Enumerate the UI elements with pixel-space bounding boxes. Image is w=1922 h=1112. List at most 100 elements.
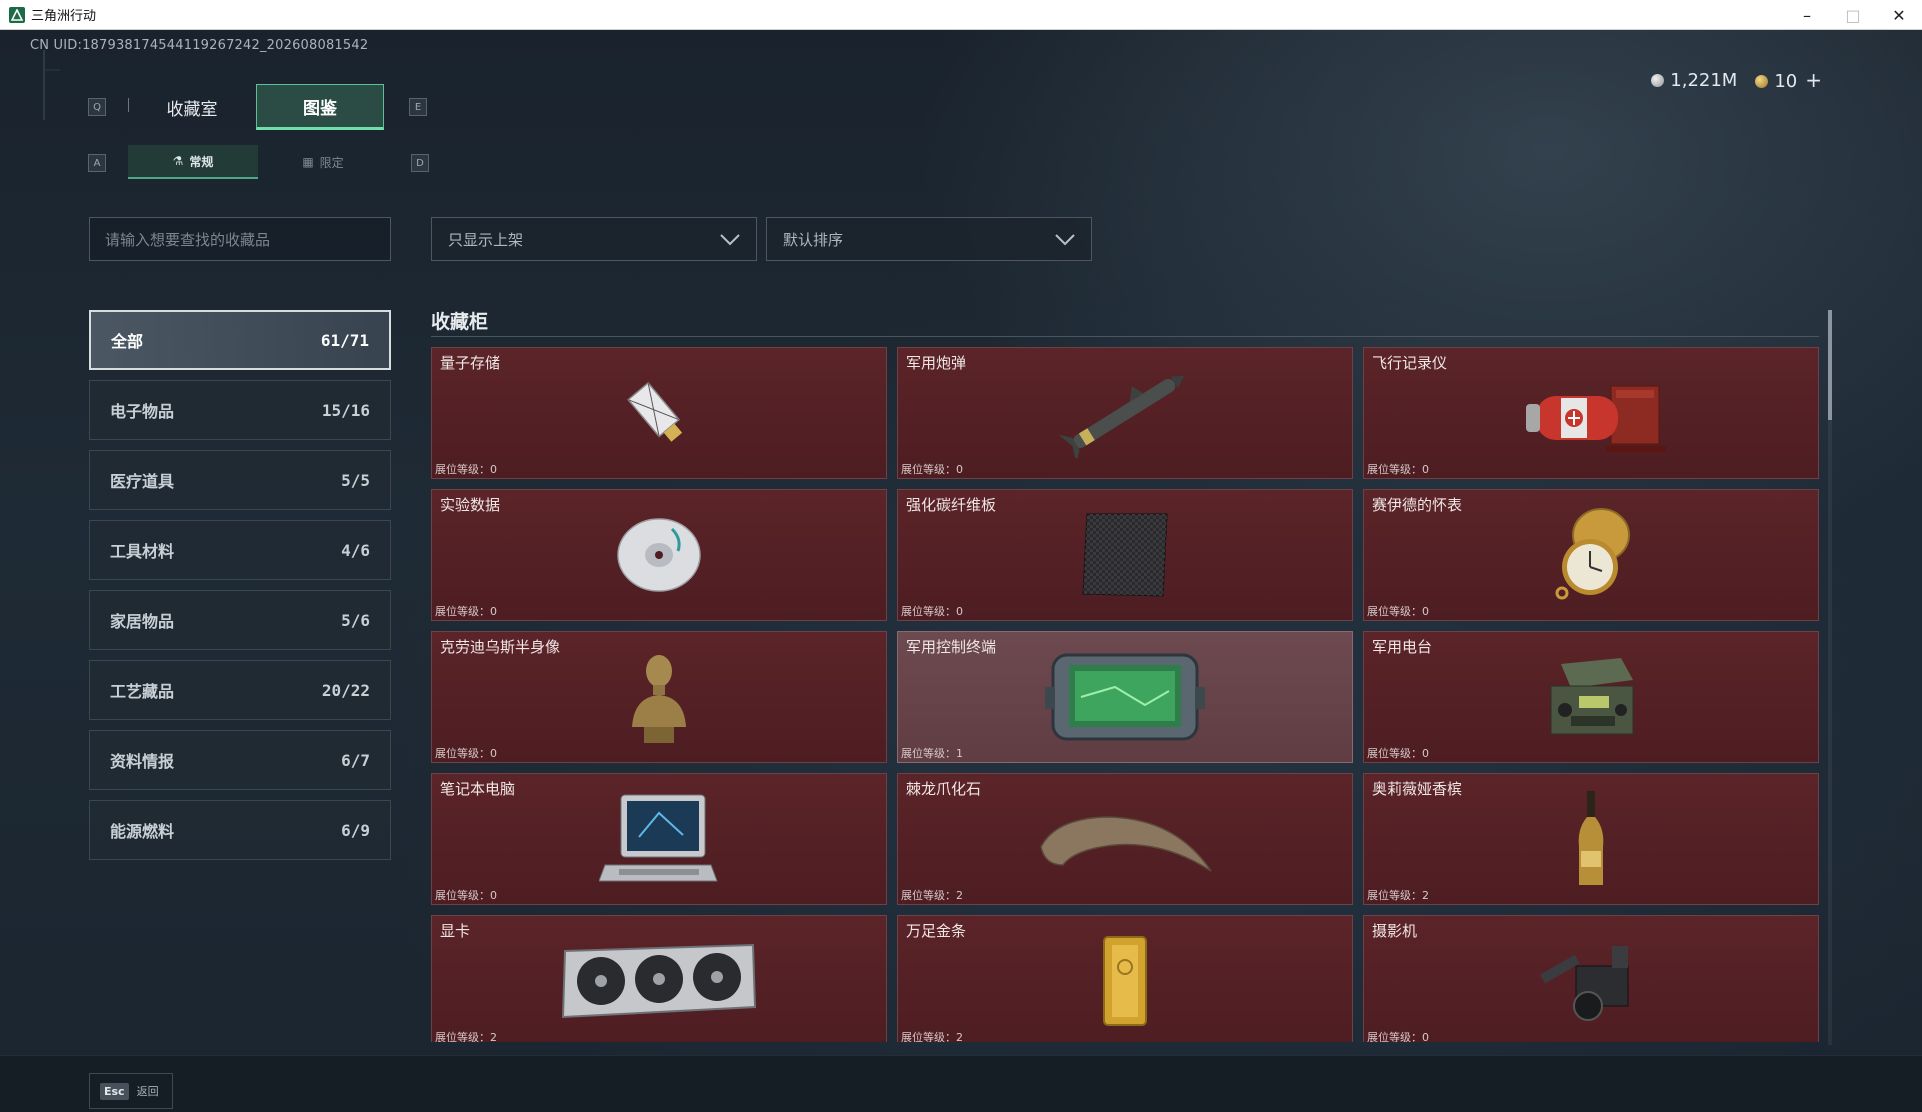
tab-regular-label: 常规 (189, 154, 214, 169)
flask-icon: ⚗ (172, 154, 184, 168)
item-card[interactable]: 奥莉薇娅香槟 展位等级：2 (1363, 773, 1819, 905)
item-name: 克劳迪乌斯半身像 (440, 638, 561, 656)
game-viewport: CN UID:187938174544119267242_20260808154… (0, 30, 1922, 1112)
key-hint-a: A (88, 154, 106, 172)
tab-regular[interactable]: ⚗ 常规 (128, 145, 258, 179)
carbon-plate-icon (1082, 513, 1168, 597)
category-energy[interactable]: 能源燃料 6/9 (89, 800, 391, 860)
search-input[interactable]: 请输入想要查找的收藏品 (89, 217, 391, 261)
flight-recorder-icon (1526, 385, 1666, 452)
item-card[interactable]: 笔记本电脑 展位等级：0 (431, 773, 887, 905)
item-card[interactable]: 赛伊德的怀表 展位等级：0 (1363, 489, 1819, 621)
item-level: 展位等级：0 (435, 747, 497, 760)
item-card[interactable]: 量子存储 展位等级：0 (431, 347, 887, 479)
item-card[interactable]: 棘龙爪化石 展位等级：2 (897, 773, 1353, 905)
item-level: 展位等级：2 (1367, 889, 1429, 902)
filter-dropdown[interactable]: 只显示上架 (431, 217, 757, 261)
grid-scrollbar-thumb[interactable] (1828, 310, 1832, 420)
collection-grid: 量子存储 展位等级：0 军用炮弹 展位等级：0 飞行记录仪 展位等级：0 实验数… (431, 347, 1821, 1042)
section-title: 收藏柜 (431, 311, 489, 333)
chevron-down-icon (1055, 234, 1075, 246)
item-name: 赛伊德的怀表 (1372, 496, 1463, 514)
radio-icon (1550, 658, 1634, 735)
camera-icon (1540, 946, 1629, 1021)
item-level: 展位等级：2 (435, 1031, 497, 1042)
category-crafts[interactable]: 工艺藏品 20/22 (89, 660, 391, 720)
item-name: 军用控制终端 (906, 638, 997, 656)
category-label: 医疗道具 (110, 472, 175, 491)
item-name: 强化碳纤维板 (906, 496, 997, 514)
category-medical[interactable]: 医疗道具 5/5 (89, 450, 391, 510)
category-label: 能源燃料 (110, 822, 175, 841)
item-card[interactable]: 克劳迪乌斯半身像 展位等级：0 (431, 631, 887, 763)
category-count: 5/6 (341, 610, 370, 630)
category-all[interactable]: 全部 61/71 (89, 310, 391, 370)
item-card[interactable]: 军用炮弹 展位等级：0 (897, 347, 1353, 479)
category-label: 电子物品 (110, 402, 175, 421)
decorative-lines (43, 50, 60, 120)
item-card[interactable]: 实验数据 展位等级：0 (431, 489, 887, 621)
gold-bar-icon (1103, 936, 1147, 1026)
key-hint-d: D (411, 154, 429, 172)
category-label: 家居物品 (110, 612, 175, 631)
gold-coin-icon (1755, 75, 1769, 88)
category-count: 4/6 (341, 540, 370, 560)
category-label: 资料情报 (110, 752, 175, 771)
item-level: 展位等级：0 (1367, 1031, 1429, 1042)
item-name: 摄影机 (1372, 922, 1418, 940)
tab-limited[interactable]: ▦ 限定 (258, 145, 388, 179)
image-icon: ▦ (302, 155, 314, 169)
category-list: 全部 61/71 电子物品 15/16 医疗道具 5/5 工具材料 4/6 家居物品 5/… (89, 310, 391, 870)
claw-fossil-icon (1040, 816, 1212, 872)
item-name: 实验数据 (440, 496, 501, 514)
control-terminal-icon (1045, 653, 1205, 741)
app-logo-icon (9, 6, 25, 23)
bust-icon (632, 655, 686, 743)
item-name: 军用电台 (1372, 638, 1433, 656)
window-title: 三角洲行动 (31, 9, 97, 24)
grid-scrollbar[interactable] (1828, 310, 1832, 1045)
section-divider (431, 336, 1819, 337)
category-label: 工具材料 (110, 542, 175, 561)
item-card[interactable]: 强化碳纤维板 展位等级：0 (897, 489, 1353, 621)
chevron-down-icon (720, 234, 740, 246)
category-count: 61/71 (320, 330, 369, 350)
category-count: 20/22 (321, 680, 370, 700)
sort-dropdown[interactable]: 默认排序 (766, 217, 1092, 261)
user-uid: CN UID:187938174544119267242_20260808154… (30, 38, 369, 53)
category-count: 6/9 (341, 820, 370, 840)
item-level: 展位等级：0 (1367, 463, 1429, 476)
category-intel[interactable]: 资料情报 6/7 (89, 730, 391, 790)
item-level: 展位等级：1 (901, 747, 963, 760)
bottom-bar (0, 1055, 1922, 1112)
item-card[interactable]: 摄影机 展位等级：0 (1363, 915, 1819, 1042)
item-card[interactable]: 军用控制终端 展位等级：1 (897, 631, 1353, 763)
tab-codex[interactable]: 图鉴 (256, 84, 384, 130)
category-household[interactable]: 家居物品 5/6 (89, 590, 391, 650)
add-currency-button[interactable]: + (1805, 68, 1822, 92)
item-level: 展位等级：0 (435, 605, 497, 618)
maximize-button[interactable]: □ (1830, 0, 1876, 30)
category-tools[interactable]: 工具材料 4/6 (89, 520, 391, 580)
esc-key-icon: Esc (100, 1082, 129, 1100)
item-name: 奥莉薇娅香槟 (1372, 780, 1463, 798)
pocket-watch-icon (1555, 508, 1630, 600)
item-card[interactable]: 万足金条 展位等级：2 (897, 915, 1353, 1042)
minimize-button[interactable]: – (1784, 0, 1830, 30)
gold-currency: 10 + (1755, 68, 1822, 92)
item-level: 展位等级：0 (901, 463, 963, 476)
sub-tabs: ⚗ 常规 ▦ 限定 (128, 145, 388, 179)
item-card[interactable]: 显卡 展位等级：2 (431, 915, 887, 1042)
item-level: 展位等级：0 (901, 605, 963, 618)
item-name: 显卡 (440, 922, 471, 940)
item-card[interactable]: 飞行记录仪 展位等级：0 (1363, 347, 1819, 479)
back-label: 返回 (136, 1085, 159, 1098)
category-electronics[interactable]: 电子物品 15/16 (89, 380, 391, 440)
item-name: 军用炮弹 (906, 354, 967, 372)
tab-collection-room[interactable]: 收藏室 (128, 84, 256, 130)
collection-grid-viewport[interactable]: 量子存储 展位等级：0 军用炮弹 展位等级：0 飞行记录仪 展位等级：0 实验数… (431, 347, 1821, 1042)
item-name: 棘龙爪化石 (906, 780, 982, 798)
back-button[interactable]: Esc 返回 (89, 1073, 173, 1109)
item-card[interactable]: 军用电台 展位等级：0 (1363, 631, 1819, 763)
close-button[interactable]: ✕ (1876, 0, 1922, 30)
